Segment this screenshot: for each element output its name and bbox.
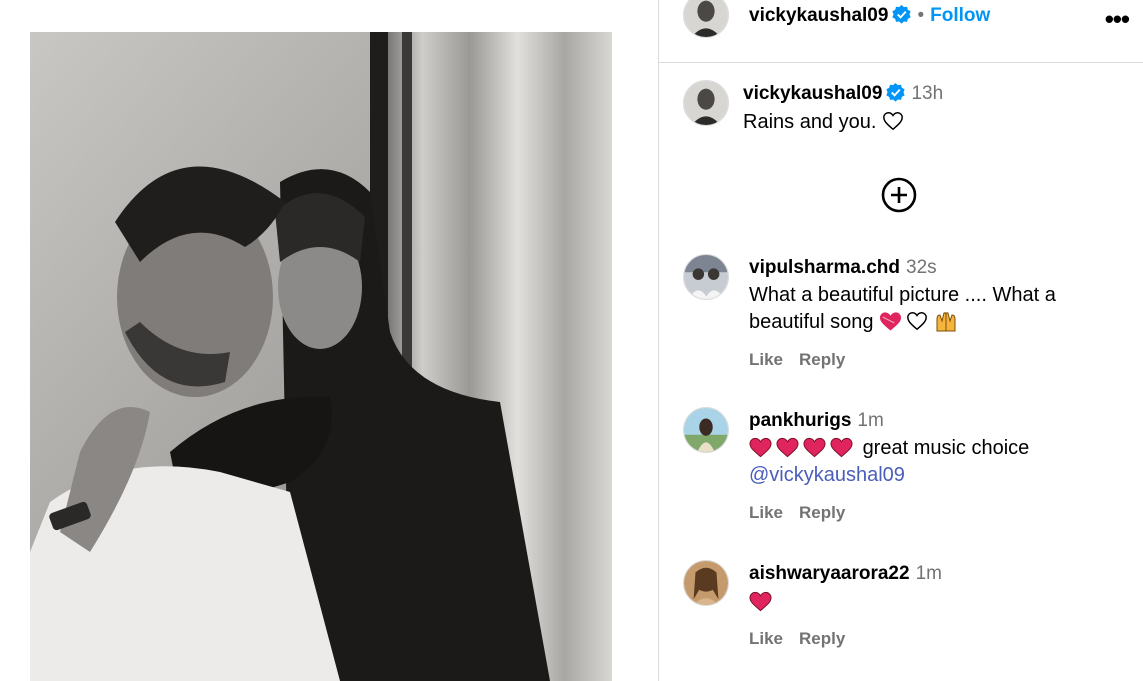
- comment-text: What a beautiful picture .... What a: [749, 284, 1056, 306]
- comment-text-continued: beautiful song: [749, 311, 874, 333]
- comment-text: great music choice: [862, 437, 1030, 459]
- caption-author-avatar[interactable]: [683, 80, 729, 126]
- post-media-area: [0, 0, 658, 681]
- separator-dot: •: [917, 5, 925, 26]
- comment-time[interactable]: 1m: [916, 563, 942, 584]
- author-username[interactable]: vickykaushal09: [749, 5, 888, 26]
- post-photo[interactable]: [30, 32, 612, 681]
- comment-actions: Like Reply: [749, 503, 861, 523]
- caption-username[interactable]: vickykaushal09: [743, 83, 882, 104]
- more-options-icon[interactable]: •••: [1105, 4, 1130, 35]
- reply-button[interactable]: Reply: [799, 350, 845, 369]
- commenter-avatar[interactable]: [683, 407, 729, 453]
- comment-mention-link[interactable]: @vickykaushal09: [749, 462, 905, 489]
- comment-text-line2: beautiful song: [749, 309, 958, 336]
- comment-username[interactable]: vipulsharma.chd: [749, 257, 900, 278]
- comment-text-line1: [749, 589, 776, 616]
- reply-button[interactable]: Reply: [799, 503, 845, 522]
- author-avatar[interactable]: [683, 0, 729, 38]
- verified-badge-icon: [892, 5, 912, 24]
- commenter-avatar[interactable]: [683, 254, 729, 300]
- comment-username[interactable]: pankhurigs: [749, 410, 851, 431]
- heart-outline-icon: [907, 312, 928, 331]
- commenter-avatar[interactable]: [683, 560, 729, 606]
- caption-time[interactable]: 13h: [911, 83, 943, 104]
- caption-text-line: Rains and you.: [743, 109, 904, 136]
- raised-hands-emoji: [936, 312, 956, 332]
- comment-time[interactable]: 32s: [906, 257, 937, 278]
- caption-header: vickykaushal09 13h: [743, 83, 943, 105]
- red-heart-emoji: [830, 437, 853, 458]
- heart-outline-icon: [883, 112, 903, 131]
- like-button[interactable]: Like: [749, 629, 783, 648]
- post-header: vickykaushal09 • Follow •••: [659, 0, 1143, 63]
- red-heart-emoji: [803, 437, 826, 458]
- comment-actions: Like Reply: [749, 629, 861, 649]
- add-circle-icon[interactable]: [881, 177, 917, 213]
- follow-button[interactable]: Follow: [930, 5, 990, 26]
- comment-time[interactable]: 1m: [857, 410, 883, 431]
- comment-username[interactable]: aishwaryaarora22: [749, 563, 910, 584]
- reply-button[interactable]: Reply: [799, 629, 845, 648]
- comment-text-line1: great music choice: [749, 435, 1029, 462]
- like-button[interactable]: Like: [749, 350, 783, 369]
- caption-text: Rains and you.: [743, 111, 877, 133]
- red-heart-emoji: [880, 312, 902, 331]
- like-button[interactable]: Like: [749, 503, 783, 522]
- post-details-panel: vickykaushal09 • Follow ••• vickykaushal09…: [659, 0, 1143, 681]
- red-heart-emoji: [749, 591, 772, 612]
- red-heart-emoji: [776, 437, 799, 458]
- verified-badge-icon: [886, 83, 906, 102]
- red-heart-emoji: [749, 437, 772, 458]
- comment-actions: Like Reply: [749, 350, 861, 370]
